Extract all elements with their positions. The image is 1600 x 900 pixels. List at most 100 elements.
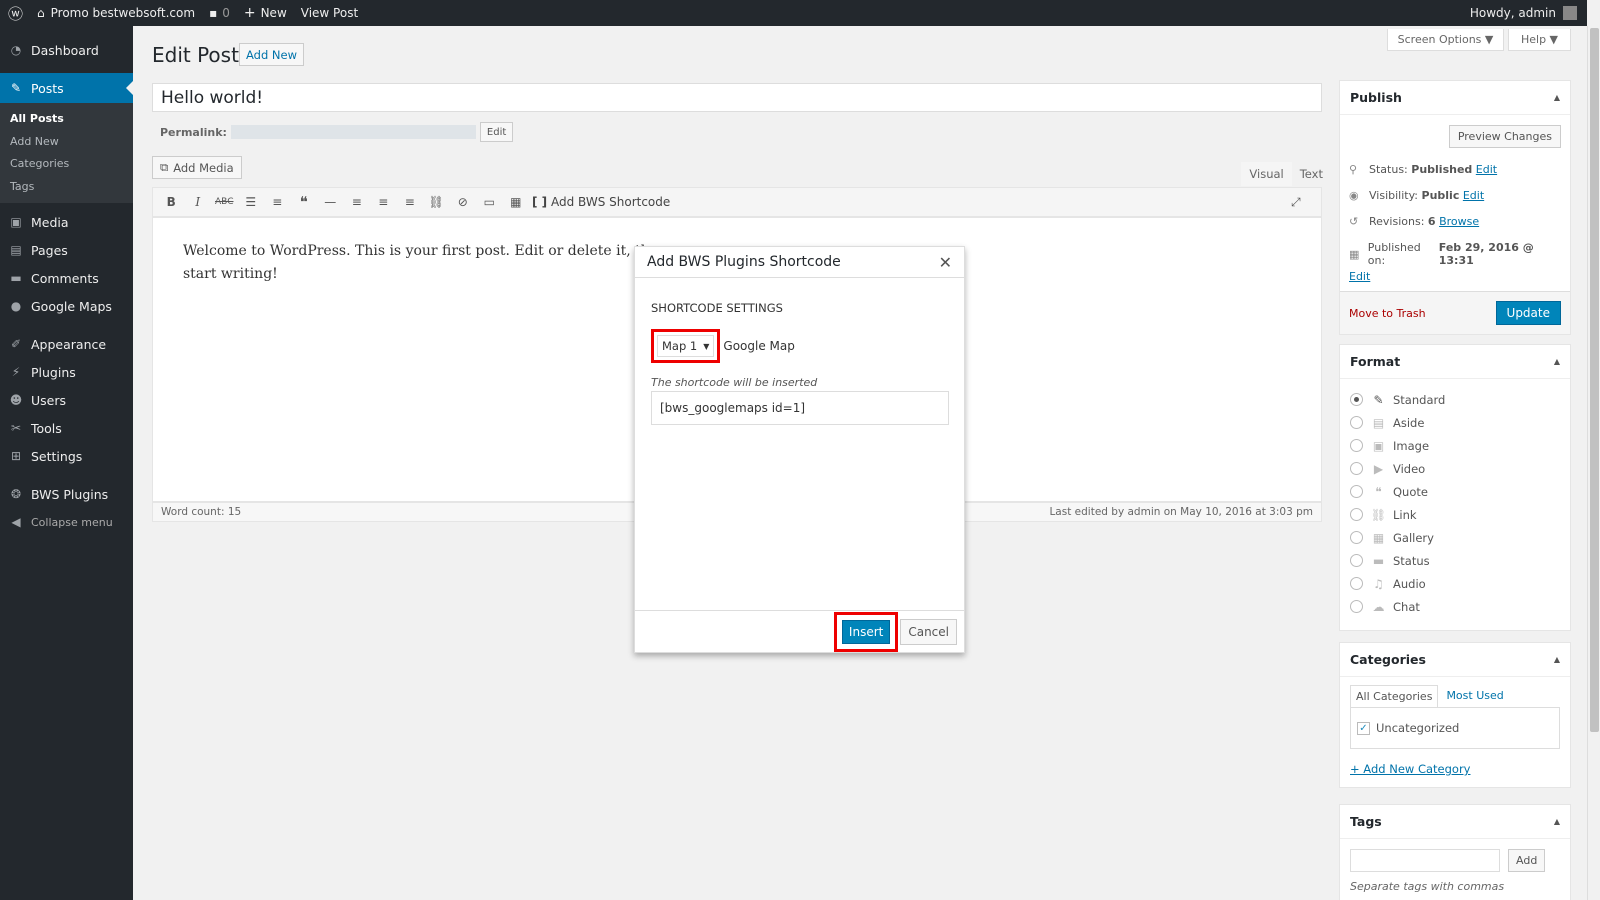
blockquote-icon[interactable]: ❝ <box>291 193 318 211</box>
format-option-video[interactable]: ▶ Video <box>1350 457 1560 480</box>
italic-icon[interactable]: I <box>185 195 212 209</box>
unlink-icon[interactable]: ⊘ <box>450 195 477 209</box>
published-date-edit-link[interactable]: Edit <box>1349 270 1370 283</box>
align-right-icon[interactable]: ≡ <box>397 195 424 209</box>
toggle-arrow-icon[interactable]: ▲ <box>1554 93 1560 102</box>
format-option-image[interactable]: ▣ Image <box>1350 434 1560 457</box>
bullet-list-icon[interactable]: ☰ <box>238 195 265 209</box>
toggle-arrow-icon[interactable]: ▲ <box>1554 655 1560 664</box>
preview-changes-button[interactable]: Preview Changes <box>1448 125 1561 148</box>
sidebar-item-pages[interactable]: ▤ Pages <box>0 236 133 264</box>
numbered-list-icon[interactable]: ≡ <box>264 195 291 209</box>
sidebar-item-users[interactable]: ☻ Users <box>0 386 133 414</box>
submenu-categories[interactable]: Categories <box>0 153 133 176</box>
toolbar-toggle-icon[interactable]: ▦ <box>503 195 530 209</box>
submenu-add-new[interactable]: Add New <box>0 131 133 154</box>
sidebar-item-appearance[interactable]: ✐ Appearance <box>0 330 133 358</box>
tags-box-header[interactable]: Tags ▲ <box>1340 805 1570 839</box>
screen-options-button[interactable]: Screen Options ▼ <box>1387 29 1504 51</box>
move-to-trash-link[interactable]: Move to Trash <box>1349 307 1426 320</box>
radio-button[interactable] <box>1350 393 1363 406</box>
radio-button[interactable] <box>1350 485 1363 498</box>
browse-revisions-link[interactable]: Browse <box>1439 215 1479 228</box>
format-option-chat[interactable]: ☁ Chat <box>1350 595 1560 618</box>
align-left-icon[interactable]: ≡ <box>344 195 371 209</box>
sidebar-item-comments[interactable]: ▬ Comments <box>0 264 133 292</box>
format-option-audio[interactable]: ♫ Audio <box>1350 572 1560 595</box>
publish-box-header[interactable]: Publish ▲ <box>1340 81 1570 115</box>
visibility-edit-link[interactable]: Edit <box>1463 189 1484 202</box>
sidebar-item-google-maps[interactable]: ● Google Maps <box>0 292 133 320</box>
tags-hint: Separate tags with commas <box>1350 880 1505 893</box>
tab-most-used[interactable]: Most Used <box>1438 685 1511 707</box>
shortcode-preview-field[interactable]: [bws_googlemaps id=1] <box>651 391 949 425</box>
site-name-link[interactable]: ⌂ Promo bestwebsoft.com <box>30 0 202 26</box>
tab-text[interactable]: Text <box>1292 162 1331 186</box>
read-more-icon[interactable]: ▭ <box>476 195 503 209</box>
sidebar-item-settings[interactable]: ⊞ Settings <box>0 442 133 470</box>
permalink-url[interactable] <box>230 125 476 139</box>
comments-link[interactable]: ▪ 0 <box>202 0 237 26</box>
format-option-quote[interactable]: ❝ Quote <box>1350 480 1560 503</box>
tag-input[interactable] <box>1350 849 1500 872</box>
sidebar-item-bws-plugins[interactable]: ❂ BWS Plugins <box>0 480 133 508</box>
wordpress-logo-icon[interactable]: ⓦ <box>0 0 30 26</box>
horizontal-line-icon[interactable]: — <box>317 195 344 209</box>
radio-button[interactable] <box>1350 462 1363 475</box>
align-center-icon[interactable]: ≡ <box>370 195 397 209</box>
sidebar-item-posts[interactable]: ✎ Posts <box>0 73 133 103</box>
radio-button[interactable] <box>1350 554 1363 567</box>
submenu-tags[interactable]: Tags <box>0 176 133 199</box>
toggle-arrow-icon[interactable]: ▲ <box>1554 357 1560 366</box>
insert-button[interactable]: Insert <box>841 619 891 644</box>
sidebar-item-dashboard[interactable]: ◔ Dashboard <box>0 36 133 64</box>
radio-button[interactable] <box>1350 439 1363 452</box>
sidebar-item-media[interactable]: ▣ Media <box>0 208 133 236</box>
tab-visual[interactable]: Visual <box>1241 162 1292 186</box>
radio-button[interactable] <box>1350 577 1363 590</box>
update-button[interactable]: Update <box>1495 301 1561 325</box>
format-option-gallery[interactable]: ▦ Gallery <box>1350 526 1560 549</box>
map-select[interactable]: Map 1 ▼ <box>657 335 715 357</box>
format-box-header[interactable]: Format ▲ <box>1340 345 1570 379</box>
strikethrough-icon[interactable]: ABC <box>211 197 238 207</box>
tab-all-categories[interactable]: All Categories <box>1350 685 1439 707</box>
radio-button[interactable] <box>1350 600 1363 613</box>
add-media-button[interactable]: ⧉ Add Media <box>152 156 242 179</box>
sidebar-item-plugins[interactable]: ⚡ Plugins <box>0 358 133 386</box>
fullscreen-icon[interactable]: ⤢ <box>1283 195 1310 210</box>
format-option-link[interactable]: ⛓ Link <box>1350 503 1560 526</box>
radio-button[interactable] <box>1350 508 1363 521</box>
help-button[interactable]: Help ▼ <box>1508 29 1571 51</box>
add-bws-shortcode-button[interactable]: [ ] Add BWS Shortcode <box>532 195 670 209</box>
howdy-user[interactable]: Howdy, admin <box>1470 6 1556 20</box>
status-edit-link[interactable]: Edit <box>1476 163 1497 176</box>
format-option-status[interactable]: ▬ Status <box>1350 549 1560 572</box>
add-new-post-button[interactable]: Add New <box>239 43 305 66</box>
permalink-edit-button[interactable]: Edit <box>479 122 514 142</box>
page-scrollbar[interactable] <box>1587 26 1600 900</box>
bold-icon[interactable]: B <box>158 195 185 209</box>
shortcode-note: The shortcode will be inserted <box>651 376 818 389</box>
category-checkbox[interactable]: ✓ <box>1357 721 1370 735</box>
new-content-link[interactable]: + New <box>237 0 294 26</box>
view-post-link[interactable]: View Post <box>294 0 365 26</box>
post-title-input[interactable]: Hello world! <box>152 83 1322 112</box>
add-new-category-link[interactable]: + Add New Category <box>1350 762 1470 776</box>
categories-box-header[interactable]: Categories ▲ <box>1340 643 1570 677</box>
add-tag-button[interactable]: Add <box>1508 849 1546 872</box>
scrollbar-thumb[interactable] <box>1590 28 1599 732</box>
sidebar-item-tools[interactable]: ✂ Tools <box>0 414 133 442</box>
close-icon[interactable]: ✕ <box>939 253 952 272</box>
toggle-arrow-icon[interactable]: ▲ <box>1554 817 1560 826</box>
cancel-button[interactable]: Cancel <box>900 618 957 645</box>
link-icon: ⛓ <box>1370 507 1387 522</box>
avatar[interactable] <box>1563 6 1577 20</box>
format-option-standard[interactable]: ✎ Standard <box>1350 388 1560 411</box>
link-icon[interactable]: ⛓ <box>423 195 450 209</box>
radio-button[interactable] <box>1350 531 1363 544</box>
submenu-all-posts[interactable]: All Posts <box>0 108 133 131</box>
sidebar-collapse-menu[interactable]: ◀ Collapse menu <box>0 508 133 536</box>
format-option-aside[interactable]: ▤ Aside <box>1350 411 1560 434</box>
radio-button[interactable] <box>1350 416 1363 429</box>
